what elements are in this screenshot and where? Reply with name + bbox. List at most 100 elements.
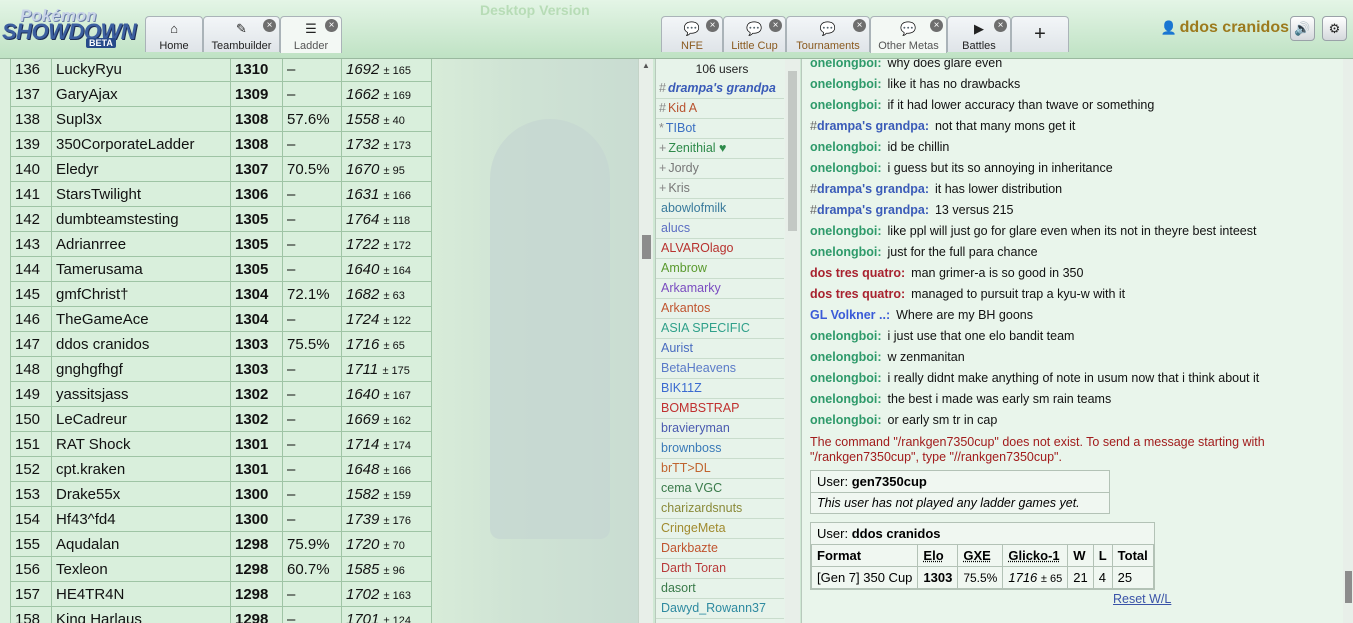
tab-teambuilder[interactable]: ✎ Teambuilder × [203,16,280,52]
user-list-item[interactable]: # Kid A [656,99,784,119]
tab-home[interactable]: ⌂ Home [145,16,203,52]
close-tab-button[interactable]: × [263,19,276,32]
player-name-cell[interactable]: Aqudalan [51,531,231,557]
tab-battles[interactable]: ▶ Battles × [947,16,1011,52]
user-list-item[interactable]: + Zenithial ♥ [656,139,784,159]
chat-username[interactable]: onelongboi: [810,77,882,91]
chat-username[interactable]: dos tres quatro: [810,287,905,301]
chat-username[interactable]: onelongboi: [810,392,882,406]
chat-username[interactable]: onelongboi: [810,59,882,70]
scroll-up-arrow[interactable]: ▲ [642,61,650,70]
chat-message-text: man grimer-a is so good in 350 [911,266,1084,280]
player-name-cell[interactable]: HE4TR4N [51,581,231,607]
player-name-cell[interactable]: King Harlaus [51,606,231,623]
showdown-logo[interactable]: Pokémon SHOWDOWN BETA [2,4,142,52]
tab-little-cup[interactable]: 💬 Little Cup × [723,16,786,52]
player-name-cell[interactable]: LuckyRyu [51,59,231,82]
chat-username[interactable]: onelongboi: [810,371,882,385]
user-list-item[interactable]: cema VGC [656,479,784,499]
user-list-item[interactable]: alucs [656,219,784,239]
ladder-row: 157 HE4TR4N 1298–1702 ± 163 [10,581,432,607]
scrollbar-thumb[interactable] [1345,571,1352,603]
tab-tournaments[interactable]: 💬 Tournaments × [786,16,870,52]
close-tab-button[interactable]: × [706,19,719,32]
close-tab-button[interactable]: × [930,19,943,32]
user-list-item[interactable]: Arkantos [656,299,784,319]
chat-username[interactable]: dos tres quatro: [810,266,905,280]
user-list-item[interactable]: + Jordy [656,159,784,179]
chat-scrollbar[interactable] [1343,59,1353,623]
user-list-item[interactable]: bravieryman [656,419,784,439]
close-tab-button[interactable]: × [994,19,1007,32]
user-list-item[interactable]: BIK11Z [656,379,784,399]
user-list-item[interactable]: # drampa's grandpa [656,79,784,99]
tab-other-metas[interactable]: 💬 Other Metas × [870,16,947,53]
chat-username[interactable]: onelongboi: [810,140,882,154]
chat-username[interactable]: onelongboi: [810,413,882,427]
player-name-cell[interactable]: dumbteamstesting [51,206,231,232]
user-list-item[interactable]: ALVAROlago [656,239,784,259]
player-name-cell[interactable]: 350CorporateLadder [51,131,231,157]
user-menu[interactable]: 👤 ddos cranidos [1160,19,1289,37]
player-name-cell[interactable]: GaryAjax [51,81,231,107]
user-list-item[interactable]: Darkbazte [656,539,784,559]
chat-username[interactable]: onelongboi: [810,350,882,364]
user-list-item[interactable]: charizardsnuts [656,499,784,519]
chat-username[interactable]: onelongboi: [810,224,882,238]
chat-username[interactable]: onelongboi: [810,245,882,259]
player-name-cell[interactable]: Texleon [51,556,231,582]
scrollbar-thumb[interactable] [642,235,651,259]
player-name-cell[interactable]: gnghgfhgf [51,356,231,382]
ladder-scrollbar[interactable]: ▲ [638,59,653,623]
new-tab-button[interactable]: + [1011,16,1069,52]
player-name-cell[interactable]: gmfChrist† [51,281,231,307]
player-name-cell[interactable]: Drake55x [51,481,231,507]
player-name-cell[interactable]: Eledyr [51,156,231,182]
scrollbar-thumb[interactable] [788,71,797,231]
player-name-cell[interactable]: StarsTwilight [51,181,231,207]
player-name-cell[interactable]: yassitsjass [51,381,231,407]
user-list-item[interactable]: Darth Toran [656,559,784,579]
user-list-item[interactable]: abowlofmilk [656,199,784,219]
elo-cell: 1304 [230,306,283,332]
user-list-item[interactable]: + Kris [656,179,784,199]
close-tab-button[interactable]: × [769,19,782,32]
player-name-cell[interactable]: Adrianrree [51,231,231,257]
userlist-scrollbar[interactable] [785,59,800,623]
user-list-item[interactable]: BetaHeavens [656,359,784,379]
tab-ladder[interactable]: ☰ Ladder × [280,16,342,53]
user-list-item[interactable]: Arkamarky [656,279,784,299]
chat-username[interactable]: #drampa's grandpa: [810,203,929,217]
user-list-item[interactable]: BOMBSTRAP [656,399,784,419]
player-name-cell[interactable]: Tamerusama [51,256,231,282]
chat-username[interactable]: #drampa's grandpa: [810,119,929,133]
reset-wl-link[interactable]: Reset W/L [1113,592,1171,606]
close-tab-button[interactable]: × [325,19,338,32]
chat-message: onelongboi: why does glare even [810,59,1002,70]
chat-username[interactable]: onelongboi: [810,98,882,112]
tab-nfe[interactable]: 💬 NFE × [661,16,723,52]
user-list-item[interactable]: dasort [656,579,784,599]
user-list-item[interactable]: CringeMeta [656,519,784,539]
user-list-item[interactable]: brTT>DL [656,459,784,479]
chat-username[interactable]: onelongboi: [810,161,882,175]
settings-button[interactable]: ⚙ [1322,16,1347,41]
chat-username[interactable]: GL Volkner ..: [810,308,890,322]
chat-username[interactable]: #drampa's grandpa: [810,182,929,196]
close-tab-button[interactable]: × [853,19,866,32]
player-name-cell[interactable]: RAT Shock [51,431,231,457]
user-list-item[interactable]: ASIA SPECIFIC [656,319,784,339]
chat-username[interactable]: onelongboi: [810,329,882,343]
player-name-cell[interactable]: Hf43^fd4 [51,506,231,532]
user-list-item[interactable]: brownboss [656,439,784,459]
user-list-item[interactable]: * TIBot [656,119,784,139]
player-name-cell[interactable]: cpt.kraken [51,456,231,482]
user-list-item[interactable]: Ambrow [656,259,784,279]
player-name-cell[interactable]: ddos cranidos [51,331,231,357]
user-list-item[interactable]: Dawyd_Rowann37 [656,599,784,619]
player-name-cell[interactable]: LeCadreur [51,406,231,432]
player-name-cell[interactable]: Supl3x [51,106,231,132]
sound-button[interactable]: 🔊 [1290,16,1315,41]
user-list-item[interactable]: Aurist [656,339,784,359]
player-name-cell[interactable]: TheGameAce [51,306,231,332]
